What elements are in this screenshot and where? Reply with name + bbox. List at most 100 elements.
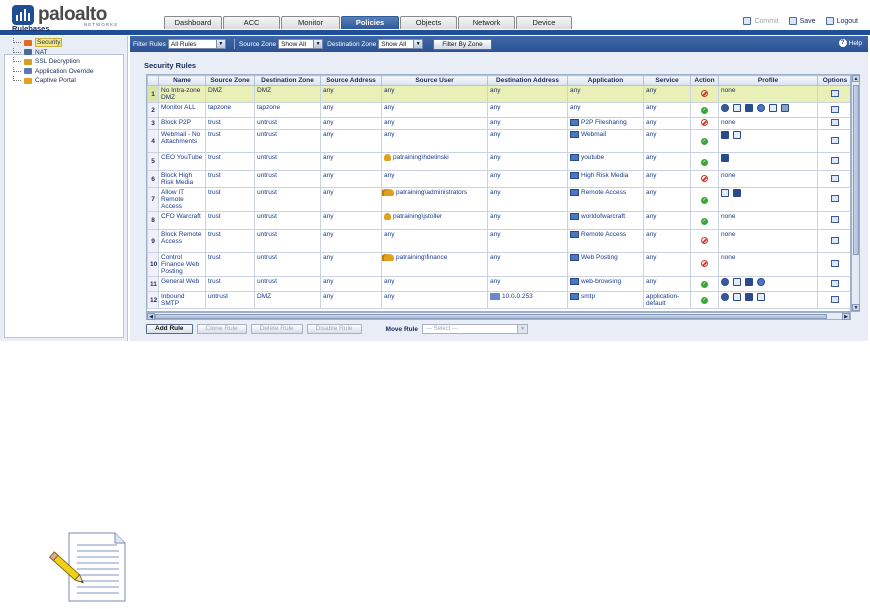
delete-rule-button[interactable]: Delete Rule — [250, 324, 303, 334]
service-cell[interactable]: any — [643, 85, 691, 103]
source-user-cell[interactable]: patraining\administrators — [381, 187, 488, 212]
column-header[interactable]: Action — [690, 75, 719, 86]
source-zone-cell[interactable]: trust — [205, 117, 255, 130]
destination-address-cell[interactable]: any — [487, 102, 568, 118]
table-row[interactable]: 6 Block High Risk Media trust untrust any any… — [147, 170, 850, 188]
source-address-cell[interactable]: any — [320, 102, 382, 118]
source-user-cell[interactable]: any — [381, 276, 488, 292]
destination-zone-cell[interactable]: untrust — [254, 187, 321, 212]
clone-rule-button[interactable]: Clone Rule — [196, 324, 247, 334]
tab-device[interactable]: Device — [516, 16, 572, 29]
vertical-scrollbar[interactable]: ▲ ▼ — [851, 74, 860, 312]
destination-zone-cell[interactable]: untrust — [254, 117, 321, 130]
filter-by-zone-button[interactable]: Filter By Zone — [433, 38, 492, 50]
source-user-cell[interactable]: any — [381, 85, 488, 103]
options-cell[interactable] — [817, 170, 850, 188]
profile-cell[interactable]: none — [718, 117, 818, 130]
action-cell[interactable] — [690, 229, 719, 253]
destination-address-cell[interactable]: any — [487, 152, 568, 171]
destination-address-cell[interactable]: any — [487, 85, 568, 103]
profile-cell[interactable]: none — [718, 229, 818, 253]
options-cell[interactable] — [817, 187, 850, 212]
column-header[interactable] — [147, 75, 159, 86]
source-zone-cell[interactable]: trust — [205, 229, 255, 253]
profile-cell[interactable] — [718, 152, 818, 171]
action-cell[interactable]: ✓ — [690, 102, 719, 118]
table-row[interactable]: 11 General Web trust untrust any any any web-br… — [147, 276, 850, 292]
source-zone-select[interactable]: Show All ▼ — [278, 39, 324, 49]
sidebar-item-captive-portal[interactable]: Captive Portal — [10, 76, 94, 86]
scroll-thumb[interactable] — [155, 314, 827, 319]
action-cell[interactable] — [690, 170, 719, 188]
source-zone-cell[interactable]: trust — [205, 211, 255, 230]
rule-name[interactable]: Webmail - No Attachments — [158, 129, 206, 153]
column-header[interactable]: Source Zone — [205, 75, 255, 86]
table-row[interactable]: 12 Inbound SMTP untrust DMZ any any 10.0.0.253… — [147, 291, 850, 309]
rule-name[interactable]: CEO YouTube — [158, 152, 206, 171]
destination-address-cell[interactable]: any — [487, 211, 568, 230]
profile-cell[interactable]: none — [718, 170, 818, 188]
service-cell[interactable]: any — [643, 170, 691, 188]
column-header[interactable]: Application — [567, 75, 644, 86]
source-address-cell[interactable]: any — [320, 170, 382, 188]
profile-cell[interactable]: none — [718, 252, 818, 277]
column-header[interactable]: Profile — [718, 75, 818, 86]
action-cell[interactable]: ✓ — [690, 211, 719, 230]
application-cell[interactable]: High Risk Media — [567, 170, 644, 188]
destination-address-cell[interactable]: any — [487, 129, 568, 153]
rule-name[interactable]: No Intra-zone DMZ — [158, 85, 206, 103]
table-row[interactable]: 4 Webmail - No Attachments trust untrust any… — [147, 129, 850, 153]
destination-address-cell[interactable]: any — [487, 170, 568, 188]
rule-name[interactable]: CFO Warcraft — [158, 211, 206, 230]
source-user-cell[interactable]: any — [381, 129, 488, 153]
tab-acc[interactable]: ACC — [223, 16, 280, 29]
profile-cell[interactable]: none — [718, 85, 818, 103]
rule-name[interactable]: Block Remote Access — [158, 229, 206, 253]
application-cell[interactable]: Webmail — [567, 129, 644, 153]
action-cell[interactable] — [690, 85, 719, 103]
source-zone-cell[interactable]: DMZ — [205, 85, 255, 103]
source-address-cell[interactable]: any — [320, 252, 382, 277]
rule-name[interactable]: General Web — [158, 276, 206, 292]
destination-address-cell[interactable]: any — [487, 229, 568, 253]
service-cell[interactable]: application-default — [643, 291, 691, 309]
source-address-cell[interactable]: any — [320, 85, 382, 103]
table-row[interactable]: 7 Allow IT Remote Access trust untrust any pa… — [147, 187, 850, 212]
action-cell[interactable]: ✓ — [690, 152, 719, 171]
logout-button[interactable]: Logout — [825, 17, 858, 25]
source-user-cell[interactable]: patraining\jstoller — [381, 211, 488, 230]
destination-address-cell[interactable]: any — [487, 252, 568, 277]
application-cell[interactable]: Remote Access — [567, 187, 644, 212]
options-cell[interactable] — [817, 117, 850, 130]
source-address-cell[interactable]: any — [320, 291, 382, 309]
service-cell[interactable]: any — [643, 102, 691, 118]
application-cell[interactable]: smtp — [567, 291, 644, 309]
tab-policies[interactable]: Policies — [341, 16, 399, 29]
source-user-cell[interactable]: any — [381, 291, 488, 309]
commit-button[interactable]: Commit — [743, 17, 779, 25]
column-header[interactable]: Options — [817, 75, 850, 86]
scroll-up-icon[interactable]: ▲ — [852, 75, 860, 82]
destination-address-cell[interactable]: any — [487, 117, 568, 130]
rule-name[interactable]: Control Finance Web Posting — [158, 252, 206, 277]
profile-cell[interactable] — [718, 187, 818, 212]
scroll-down-icon[interactable]: ▼ — [852, 304, 860, 311]
source-address-cell[interactable]: any — [320, 129, 382, 153]
options-cell[interactable] — [817, 102, 850, 118]
action-cell[interactable]: ✓ — [690, 129, 719, 153]
table-row[interactable]: 3 Block P2P trust untrust any any any P2P Files… — [147, 117, 850, 130]
source-address-cell[interactable]: any — [320, 276, 382, 292]
scroll-thumb[interactable] — [853, 85, 859, 255]
source-user-cell[interactable]: patraining\hdelinski — [381, 152, 488, 171]
source-user-cell[interactable]: any — [381, 229, 488, 253]
column-header[interactable]: Destination Address — [487, 75, 568, 86]
destination-zone-cell[interactable]: tapzone — [254, 102, 321, 118]
action-cell[interactable] — [690, 252, 719, 277]
destination-zone-cell[interactable]: untrust — [254, 170, 321, 188]
rule-name[interactable]: Block P2P — [158, 117, 206, 130]
destination-zone-cell[interactable]: untrust — [254, 276, 321, 292]
source-address-cell[interactable]: any — [320, 117, 382, 130]
tab-objects[interactable]: Objects — [400, 16, 457, 29]
source-user-cell[interactable]: any — [381, 170, 488, 188]
source-user-cell[interactable]: any — [381, 102, 488, 118]
